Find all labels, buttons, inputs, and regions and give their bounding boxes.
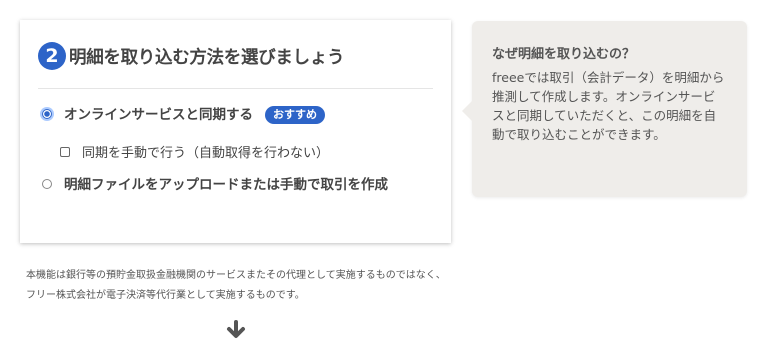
option-upload[interactable]: 明細ファイルをアップロードまたは手動で取引を作成 xyxy=(42,176,432,195)
option-upload-label[interactable]: 明細ファイルをアップロードまたは手動で取引を作成 xyxy=(64,176,388,195)
checkbox-manual-sync[interactable] xyxy=(60,146,70,157)
step-number-badge: 2 xyxy=(38,42,66,70)
card-title: 明細を取り込む方法を選びましょう xyxy=(69,47,345,68)
card-header: 2 明細を取り込む方法を選びましょう xyxy=(38,42,345,70)
option-online-sync[interactable]: オンラインサービスと同期する おすすめ xyxy=(42,106,325,125)
radio-button-online-sync[interactable] xyxy=(42,109,52,119)
divider xyxy=(38,88,433,89)
radio-button-upload[interactable] xyxy=(42,179,52,189)
import-method-card: 2 明細を取り込む方法を選びましょう オンラインサービスと同期する おすすめ 同… xyxy=(20,20,451,243)
tooltip-title: なぜ明細を取り込むの？ xyxy=(492,47,636,62)
option-online-sync-label[interactable]: オンラインサービスと同期する xyxy=(64,106,253,125)
tooltip-pointer xyxy=(462,101,472,121)
option-manual-sync[interactable]: 同期を手動で行う（自動取得を行わない） xyxy=(60,142,329,161)
recommended-badge: おすすめ xyxy=(265,106,325,124)
tooltip-body: freeeでは取引（会計データ）を明細から推測して作成します。オンラインサービス… xyxy=(492,70,725,142)
arrow-down-icon xyxy=(226,320,246,344)
why-import-tooltip: なぜ明細を取り込むの？ freeeでは取引（会計データ）を明細から推測して作成し… xyxy=(462,21,747,197)
disclaimer-text: 本機能は銀行等の預貯金取扱金融機関のサービスまたその代理として実施するものではな… xyxy=(26,270,446,301)
option-manual-sync-label[interactable]: 同期を手動で行う（自動取得を行わない） xyxy=(82,142,329,161)
